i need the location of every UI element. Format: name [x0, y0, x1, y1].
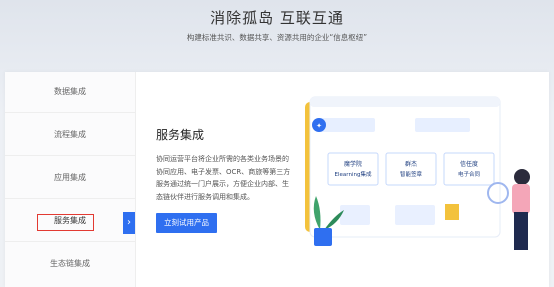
sidebar-item-ecosystem[interactable]: 生态链集成: [5, 244, 135, 284]
card-2-line2: 智能签章: [400, 170, 423, 178]
chevron-right-icon[interactable]: ›: [123, 212, 135, 234]
svg-text:✦: ✦: [316, 122, 322, 130]
card-2-line1: 群杰: [405, 160, 417, 168]
sidebar-item-application[interactable]: 应用集成: [5, 158, 135, 199]
sidebar-item-data[interactable]: 数据集成: [5, 72, 135, 113]
sidebar-item-process[interactable]: 流程集成: [5, 115, 135, 156]
card-1-line1: 魔学院: [344, 160, 362, 168]
sidebar: 数据集成 流程集成 应用集成 服务集成 生态链集成: [5, 72, 136, 287]
service-description: 协同运营平台将企业所需的各类业务场景的协同应用、电子发票、OCR、商旅等第三方服…: [156, 155, 291, 201]
card-3-line2: 电子合同: [458, 170, 481, 178]
hero-subtitle: 构建标准共识、数据共享、资源共用的企业“信息枢纽”: [186, 33, 368, 42]
service-title: 服务集成: [156, 128, 205, 142]
hero-title: 消除孤岛 互联互通: [210, 9, 344, 27]
card-1-line2: Elearning集成: [335, 170, 372, 178]
card-3-line1: 信任度: [460, 160, 478, 168]
service-integration-illustration: ✦ 魔学院 Elearning集成 群杰 智能签章 信任度 电子合同: [305, 96, 530, 250]
try-product-button[interactable]: 立刻试用产品: [156, 213, 217, 233]
active-item-highlight: [37, 214, 94, 231]
